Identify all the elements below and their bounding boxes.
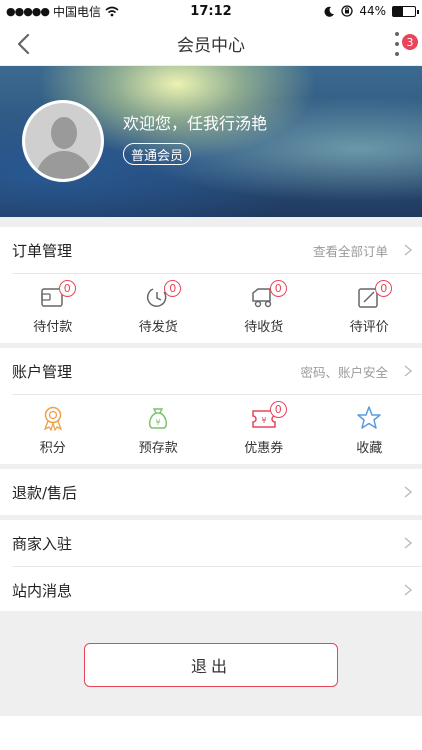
refund-row[interactable]: 退款/售后 [0,469,422,515]
messages-row[interactable]: 站内消息 [0,567,422,613]
member-level-badge: 普通会员 [123,143,192,165]
account-coupons[interactable]: ¥ 0 优惠券 [211,395,317,464]
orders-title: 订单管理 [12,241,73,260]
default-avatar-icon [25,103,101,179]
svg-text:¥: ¥ [261,416,266,425]
account-card: 账户管理 密码、账户安全 积分 ¥ 预存款 ¥ 0 优惠券 收藏 [0,348,422,464]
status-bar: ●●●●● 中国电信 17:12 44% [0,0,422,22]
account-header[interactable]: 账户管理 密码、账户安全 [0,348,422,394]
pending-review-count: 0 [375,280,393,297]
misc-card: 商家入驻 站内消息 [0,520,422,613]
logout-area: 退出 [0,611,422,716]
notification-badge: 3 [402,34,418,50]
clock-icon: 0 [144,280,182,310]
star-icon [355,405,383,431]
merchant-row[interactable]: 商家入驻 [0,520,422,566]
rotation-lock-icon [341,5,353,17]
order-pending-review[interactable]: 0 待评价 [317,274,422,343]
view-all-orders-link[interactable]: 查看全部订单 [313,241,388,260]
refund-card: 退款/售后 [0,469,422,515]
coupon-count: 0 [269,401,287,418]
more-menu-icon[interactable] [394,32,400,56]
order-pending-payment[interactable]: 0 待付款 [0,274,106,343]
signal-icon: ●●●●● [6,4,50,18]
pending-receipt-label: 待收货 [244,320,284,335]
wallet-icon: 0 [39,280,76,310]
orders-header[interactable]: 订单管理 查看全部订单 [0,227,422,273]
carrier-name: 中国电信 [53,4,102,19]
chevron-right-icon [404,584,412,596]
money-bag-icon: ¥ [144,405,172,431]
truck-icon: 0 [250,280,287,310]
medal-icon [39,405,67,432]
chevron-right-icon [404,365,412,377]
coupon-icon: ¥ 0 [250,401,287,431]
refund-label: 退款/售后 [12,483,78,502]
status-left: ●●●●● 中国电信 [6,3,119,20]
account-deposit[interactable]: ¥ 预存款 [106,395,212,464]
pending-shipment-label: 待发货 [138,320,178,335]
pending-review-label: 待评价 [349,320,389,335]
profile-banner: 欢迎您，任我行汤艳 普通会员 [0,66,422,217]
nav-bar: 会员中心 3 [0,22,422,66]
coupon-label: 优惠券 [244,441,284,456]
chevron-right-icon [404,486,412,498]
logout-button[interactable]: 退出 [84,643,338,687]
edit-icon: 0 [355,280,393,310]
avatar[interactable] [22,100,104,182]
account-points[interactable]: 积分 [0,395,106,464]
page-title: 会员中心 [177,36,245,56]
account-security-link[interactable]: 密码、账户安全 [300,362,388,381]
battery-fill [393,6,403,16]
back-icon[interactable] [14,32,34,56]
favorites-label: 收藏 [356,441,383,456]
pending-payment-count: 0 [58,280,76,297]
messages-label: 站内消息 [12,581,73,600]
battery-icon [392,5,419,17]
svg-text:¥: ¥ [156,418,161,427]
moon-icon [324,6,335,17]
deposit-label: 预存款 [138,441,178,456]
wifi-icon [105,6,119,16]
order-pending-shipment[interactable]: 0 待发货 [106,274,212,343]
orders-card: 订单管理 查看全部订单 0 待付款 0 待发货 0 待收货 0 待评价 [0,227,422,343]
status-right: 44% [324,4,419,18]
order-pending-receipt[interactable]: 0 待收货 [211,274,317,343]
bottom-bar [0,716,422,750]
welcome-text: 欢迎您，任我行汤艳 [123,114,268,133]
pending-payment-label: 待付款 [33,320,73,335]
battery-percent: 44% [359,4,386,18]
account-title: 账户管理 [12,362,73,381]
account-grid: 积分 ¥ 预存款 ¥ 0 优惠券 收藏 [0,395,422,464]
chevron-right-icon [404,537,412,549]
chevron-right-icon [404,244,412,256]
pending-shipment-count: 0 [164,280,182,297]
pending-receipt-count: 0 [269,280,287,297]
merchant-label: 商家入驻 [12,534,73,553]
order-status-grid: 0 待付款 0 待发货 0 待收货 0 待评价 [0,274,422,343]
points-label: 积分 [39,441,66,456]
account-favorites[interactable]: 收藏 [317,395,422,464]
